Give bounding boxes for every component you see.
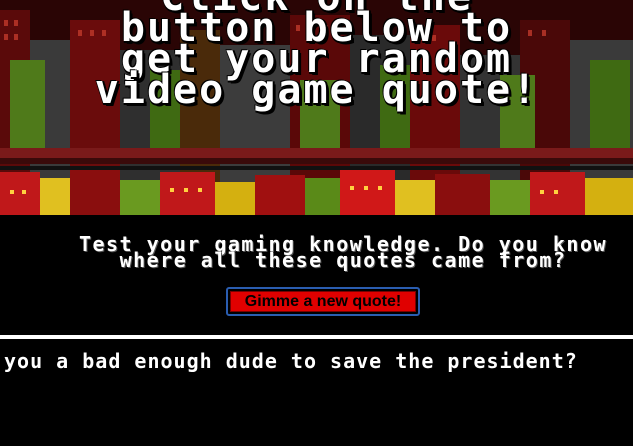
title-line-4: video game quote! [94, 67, 539, 113]
new-quote-button-frame: Gimme a new quote! [226, 287, 420, 316]
page-title: Click on the button below to get your ra… [0, 0, 633, 113]
new-quote-button[interactable]: Gimme a new quote! [230, 291, 416, 312]
quote-text: you a bad enough dude to save the presid… [4, 349, 578, 373]
hero-banner: Click on the button below to get your ra… [0, 0, 633, 215]
divider [0, 335, 633, 339]
intro-text: Test your gaming knowledge. Do you know … [0, 234, 633, 270]
